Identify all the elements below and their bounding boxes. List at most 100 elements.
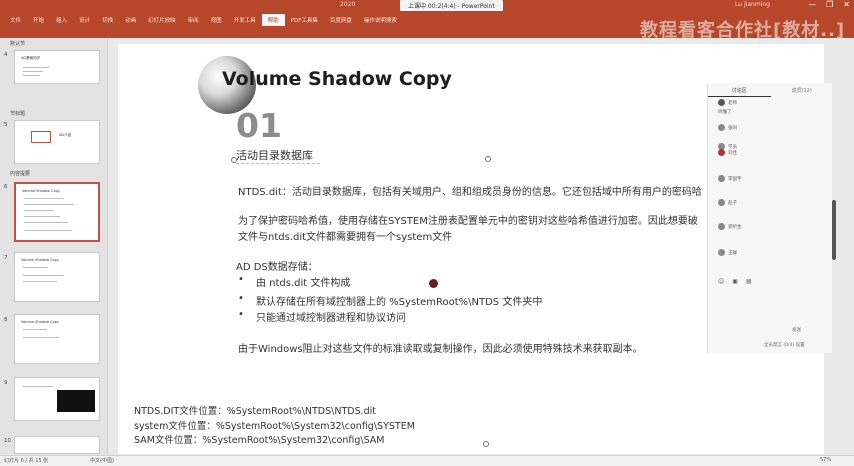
slide-number: 7	[4, 255, 8, 261]
thumb-title: Volume Shadow Copy	[21, 258, 59, 262]
chat-message: 旁听生	[718, 223, 742, 230]
ribbon-tab[interactable]: 幻灯片放映	[142, 14, 182, 26]
chat-user: 张同	[728, 125, 737, 131]
send-button[interactable]: 发送	[792, 327, 801, 333]
chat-message: 王群	[718, 249, 737, 256]
thumb-image	[57, 390, 95, 412]
path-text[interactable]: SAM文件位置：%SystemRoot%\System32\config\SAM	[134, 432, 385, 446]
path-text[interactable]: NTDS.DIT文件位置：%SystemRoot%\NTDS\NTDS.dit	[134, 403, 376, 417]
thumb-line	[24, 198, 64, 199]
bullet-text[interactable]: 只能通过域控制器进程和协议访问	[256, 309, 406, 324]
slide-number: 9	[4, 380, 8, 386]
bullet-icon: •	[238, 274, 244, 285]
window-controls: — ❐ ✕	[808, 0, 850, 9]
bullet-text[interactable]: 默认存储在所有域控制器上的 %SystemRoot%\NTDS 文件夹中	[256, 293, 542, 308]
avatar	[718, 223, 725, 230]
slide-thumbnail[interactable]: Volume Shadow Copy	[14, 314, 100, 364]
chat-toolbar: ☺ ▣ ▤	[718, 278, 752, 285]
chat-user: 王群	[728, 250, 737, 256]
language-indicator[interactable]: 中文(中国)	[90, 457, 114, 464]
avatar	[718, 124, 725, 131]
ribbon-tab[interactable]: 插入	[50, 14, 73, 26]
file-icon[interactable]: ▤	[746, 278, 752, 285]
slide-number: 6	[4, 184, 8, 190]
chat-settings[interactable]: 全员禁言 (0/4) 设置	[764, 342, 805, 348]
avatar	[718, 149, 725, 156]
bullet-text[interactable]: 由 ntds.dit 文件构成	[256, 274, 350, 289]
window-title-left: 2020	[340, 1, 356, 8]
subtitle-underline	[236, 163, 320, 164]
resize-handle[interactable]	[485, 156, 491, 162]
slide-thumbnail[interactable]: AD基础知识	[14, 50, 100, 84]
thumb-line	[23, 329, 47, 330]
thumb-line	[23, 75, 39, 76]
thumb-line	[23, 337, 59, 338]
slide-thumbnail[interactable]	[14, 377, 100, 421]
avatar	[718, 99, 725, 106]
ribbon-tab[interactable]: 帮助	[261, 14, 285, 26]
slide-counter: 幻灯片 6 / 共 15 张	[4, 458, 49, 464]
thumb-title: AD基础知识	[21, 56, 41, 60]
emoji-icon[interactable]: ☺	[718, 278, 724, 285]
thumb-line	[23, 275, 63, 276]
slide-thumbnail[interactable]: Volume Shadow Copy	[14, 252, 100, 302]
ribbon-tab[interactable]: 开始	[27, 14, 50, 26]
slide-thumbnail[interactable]: AD介绍	[14, 120, 100, 164]
slide-thumbnail-selected[interactable]: Volume Shadow Copy	[14, 182, 100, 242]
chat-message: 赵子	[718, 199, 737, 206]
tab-discussion[interactable]: 讨论区	[708, 85, 771, 97]
body-text-line[interactable]: NTDS.dit：活动目录数据库，包括有关域用户、组和组成员身份的信息。它还包括…	[238, 183, 702, 198]
slide-title[interactable]: Volume Shadow Copy	[222, 68, 452, 90]
path-text[interactable]: system文件位置：%SystemRoot%\System32\config\…	[134, 418, 415, 432]
ribbon-tab[interactable]: 审阅	[182, 14, 205, 26]
thumb-title: Volume Shadow Copy	[21, 320, 59, 324]
user-name[interactable]: Lu Jianming	[735, 1, 770, 8]
close-icon[interactable]: ✕	[843, 0, 850, 9]
thumb-line	[24, 230, 72, 231]
body-text-line[interactable]: 文件与ntds.dit文件都需要拥有一个system文件	[238, 228, 452, 243]
section-subtitle[interactable]: 活动目录数据库	[236, 147, 313, 163]
section-number[interactable]: 01	[236, 106, 282, 145]
slide-number: 5	[4, 122, 8, 128]
body-text-line[interactable]: 由于Windows阻止对这些文件的标准读取或复制操作，因此必须使用特殊技术来获取…	[238, 340, 643, 355]
scrollbar[interactable]	[832, 200, 836, 260]
meeting-status-pill[interactable]: 上课中 00:2(4:4) - PowerPoint	[400, 0, 503, 11]
ribbon-tab[interactable]: 开发工具	[228, 14, 262, 26]
thumb-line	[24, 204, 74, 205]
chat-message: 老师	[718, 99, 737, 106]
ribbon-tab[interactable]: 切换	[96, 14, 119, 26]
bullet-icon: •	[238, 293, 244, 304]
tab-members[interactable]: 成员(12)	[771, 85, 834, 97]
ribbon-tab[interactable]: 文件	[4, 14, 27, 26]
section-label[interactable]: 默认节	[10, 40, 25, 47]
chat-user: 老师	[728, 100, 737, 106]
chat-message: 张同	[718, 124, 737, 131]
body-text-line[interactable]: AD DS数据存储：	[236, 258, 318, 273]
ribbon-tab[interactable]: 操作说明搜索	[358, 14, 403, 26]
body-text-line[interactable]: 为了保护密码哈希值，使用存储在SYSTEM注册表配置单元中的密钥对这些哈希值进行…	[238, 212, 698, 227]
section-label[interactable]: 节标题	[10, 110, 25, 117]
resize-handle[interactable]	[483, 441, 489, 447]
ribbon-tab[interactable]: 动画	[119, 14, 142, 26]
thumb-title: Volume Shadow Copy	[22, 189, 60, 193]
resize-handle[interactable]	[231, 157, 237, 163]
slide-number: 8	[4, 317, 8, 323]
chat-message: 李国宇	[718, 175, 742, 182]
minimize-icon[interactable]: —	[808, 0, 816, 9]
chat-panel: 讨论区 成员(12) 老师 听懂了 张同 学员 刘佳 李国宇 赵子 旁听生 王群…	[707, 83, 832, 353]
ribbon-tab[interactable]: 百度网盘	[324, 14, 358, 26]
section-label[interactable]: 内容提要	[10, 170, 30, 177]
chat-user: 李国宇	[728, 176, 742, 182]
zoom-level[interactable]: 57%	[820, 457, 831, 463]
bullet-icon: •	[238, 309, 244, 320]
image-icon[interactable]: ▣	[732, 278, 738, 285]
chat-user: 旁听生	[728, 224, 742, 230]
slide-thumbnail[interactable]	[14, 436, 100, 454]
status-bar: 幻灯片 6 / 共 15 张 中文(中国) 57%	[0, 455, 854, 466]
ribbon-tab[interactable]: 视图	[205, 14, 228, 26]
ribbon-tab[interactable]: 设计	[73, 14, 96, 26]
restore-icon[interactable]: ❐	[826, 0, 833, 9]
thumb-line	[23, 71, 43, 72]
ribbon-tab[interactable]: PDF工具集	[285, 14, 324, 26]
ribbon: 2020 上课中 00:2(4:4) - PowerPoint Lu Jianm…	[0, 0, 854, 41]
